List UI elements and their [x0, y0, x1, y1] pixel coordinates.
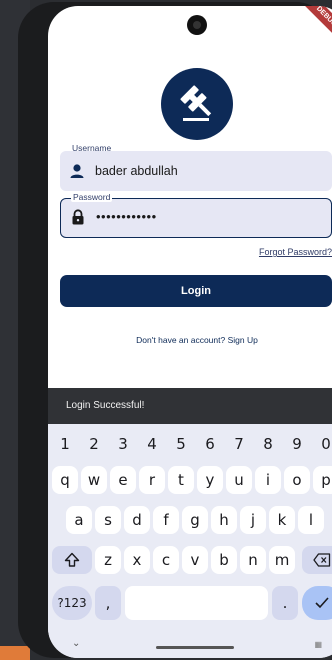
lock-icon — [72, 209, 84, 225]
snackbar-message: Login Successful! — [66, 400, 145, 411]
key-y[interactable]: y — [197, 466, 223, 494]
key-w[interactable]: w — [81, 466, 107, 494]
key-1[interactable]: 1 — [51, 430, 79, 458]
key-i[interactable]: i — [255, 466, 281, 494]
key-f[interactable]: f — [153, 506, 179, 534]
forgot-password-link[interactable]: Forgot Password? — [259, 247, 332, 257]
key-q[interactable]: q — [52, 466, 78, 494]
snackbar: Login Successful! — [48, 388, 332, 424]
key-0[interactable]: 0 — [312, 430, 332, 458]
key-u[interactable]: u — [226, 466, 252, 494]
key-b[interactable]: b — [211, 546, 237, 574]
key-l[interactable]: l — [298, 506, 324, 534]
key-x[interactable]: x — [124, 546, 150, 574]
app-logo — [161, 68, 233, 140]
key-2[interactable]: 2 — [80, 430, 108, 458]
gavel-icon — [180, 85, 212, 121]
symbols-key[interactable]: ?123 — [52, 586, 92, 620]
key-6[interactable]: 6 — [196, 430, 224, 458]
key-m[interactable]: m — [269, 546, 295, 574]
period-key[interactable]: . — [272, 586, 298, 620]
space-key[interactable] — [125, 586, 268, 620]
key-v[interactable]: v — [182, 546, 208, 574]
key-p[interactable]: p — [313, 466, 332, 494]
front-camera — [187, 15, 207, 35]
password-field[interactable]: Password •••••••••••• — [60, 192, 332, 238]
key-a[interactable]: a — [66, 506, 92, 534]
check-icon — [315, 597, 329, 609]
key-h[interactable]: h — [211, 506, 237, 534]
keyboard-row-4: ?123 , . — [48, 586, 332, 622]
shift-icon — [64, 552, 80, 567]
key-t[interactable]: t — [168, 466, 194, 494]
key-o[interactable]: o — [284, 466, 310, 494]
phone-screen: DEBUG Username bader abdullah Password •… — [48, 6, 332, 658]
key-9[interactable]: 9 — [283, 430, 311, 458]
key-k[interactable]: k — [269, 506, 295, 534]
signup-link[interactable]: Don't have an account? Sign Up — [48, 335, 332, 345]
debug-banner: DEBUG — [292, 6, 332, 51]
username-field[interactable]: Username bader abdullah — [60, 143, 332, 191]
key-c[interactable]: c — [153, 546, 179, 574]
key-4[interactable]: 4 — [138, 430, 166, 458]
system-navigation-bar: ⌄ ▦ — [48, 634, 332, 658]
keyboard-switch-icon[interactable]: ▦ — [314, 640, 322, 649]
person-icon — [70, 164, 84, 178]
on-screen-keyboard: 1 2 3 4 5 6 7 8 9 0 q w e r t y u i o p … — [48, 424, 332, 658]
password-value: •••••••••••• — [96, 209, 157, 224]
password-label: Password — [71, 192, 113, 202]
key-7[interactable]: 7 — [225, 430, 253, 458]
hide-keyboard-icon[interactable]: ⌄ — [72, 638, 80, 649]
home-gesture-pill[interactable] — [156, 646, 234, 649]
keyboard-row-1: q w e r t y u i o p — [48, 466, 332, 494]
key-n[interactable]: n — [240, 546, 266, 574]
shift-key[interactable] — [52, 546, 92, 574]
key-r[interactable]: r — [139, 466, 165, 494]
username-value: bader abdullah — [95, 164, 178, 178]
keyboard-row-2: a s d f g h j k l — [48, 506, 332, 534]
background-status-bar — [0, 646, 30, 660]
backspace-icon — [313, 553, 331, 567]
key-z[interactable]: z — [95, 546, 121, 574]
key-e[interactable]: e — [110, 466, 136, 494]
key-3[interactable]: 3 — [109, 430, 137, 458]
login-button[interactable]: Login — [60, 275, 332, 307]
phone-frame: DEBUG Username bader abdullah Password •… — [18, 2, 332, 658]
key-g[interactable]: g — [182, 506, 208, 534]
comma-key[interactable]: , — [95, 586, 121, 620]
key-5[interactable]: 5 — [167, 430, 195, 458]
key-s[interactable]: s — [95, 506, 121, 534]
key-j[interactable]: j — [240, 506, 266, 534]
keyboard-row-3: z x c v b n m — [48, 546, 332, 574]
username-label: Username — [72, 143, 112, 153]
key-d[interactable]: d — [124, 506, 150, 534]
key-8[interactable]: 8 — [254, 430, 282, 458]
enter-key[interactable] — [302, 586, 332, 620]
keyboard-number-row: 1 2 3 4 5 6 7 8 9 0 — [48, 430, 332, 458]
backspace-key[interactable] — [302, 546, 332, 574]
